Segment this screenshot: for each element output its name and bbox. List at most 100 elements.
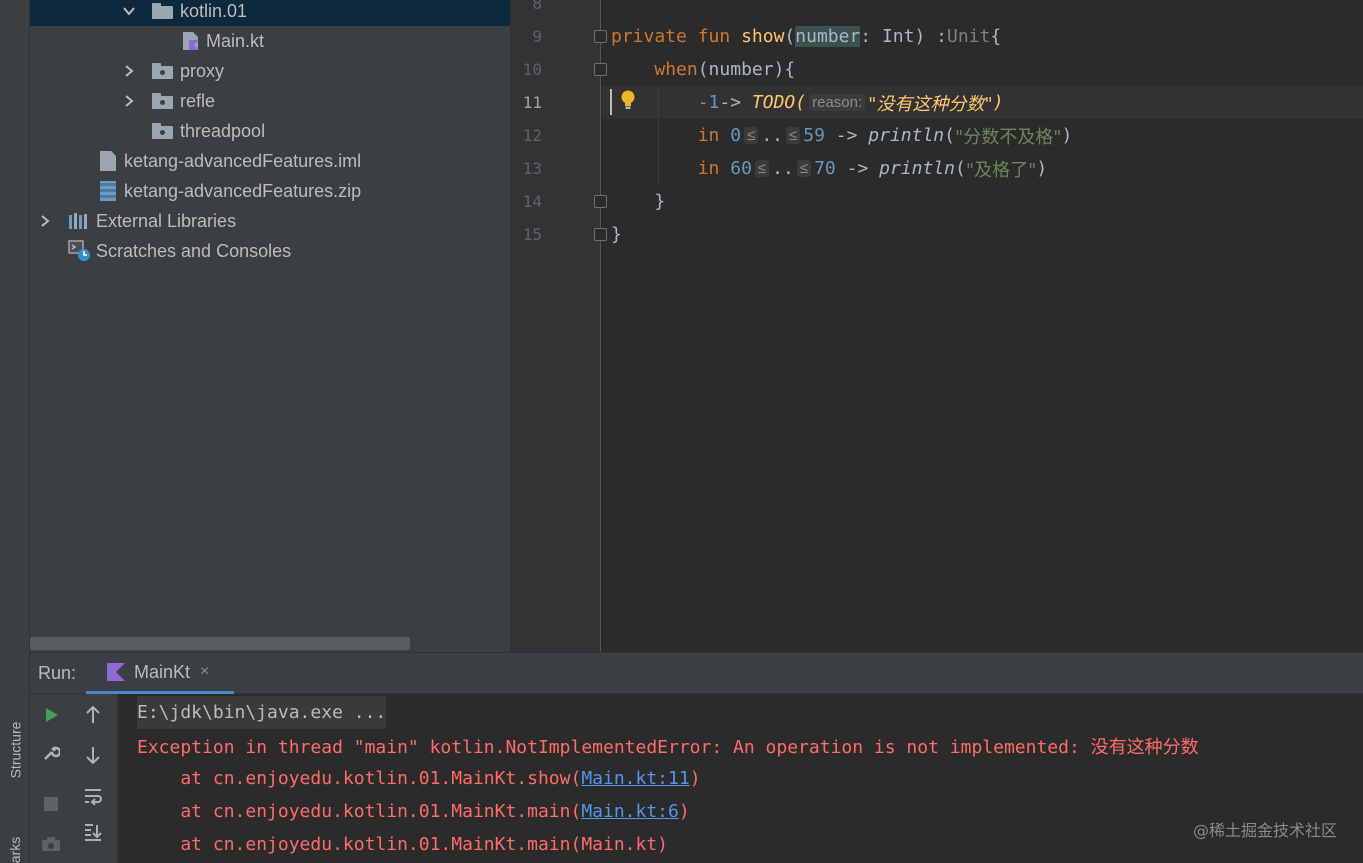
tree-item-label: proxy [180, 60, 225, 81]
camera-icon [42, 837, 60, 851]
tree-item-kotlin01[interactable]: kotlin.01 [30, 0, 510, 26]
code-line-14[interactable]: } [611, 185, 665, 218]
keyword-private: private [611, 26, 687, 47]
chevron-down-icon[interactable] [122, 4, 136, 18]
play-icon [46, 708, 58, 722]
code-line-15[interactable]: } [611, 218, 622, 251]
line-number: 10 [522, 60, 542, 79]
close-icon[interactable]: × [200, 663, 209, 681]
tree-item-external-libraries[interactable]: External Libraries [30, 206, 510, 236]
watermark: @稀土掘金技术社区 [1192, 821, 1337, 840]
tree-item-zip-file[interactable]: ketang-advancedFeatures.zip [30, 176, 510, 206]
trace-text: ) [678, 801, 690, 822]
arrow: -> [824, 125, 869, 146]
fold-end-marker-icon[interactable] [594, 228, 607, 241]
console-command-line[interactable]: E:\jdk\bin\java.exe ... [137, 696, 387, 729]
stop-button[interactable] [38, 791, 64, 817]
structure-tab-label: Structure [7, 721, 23, 779]
project-horizontal-scrollbar[interactable] [30, 637, 410, 650]
code-line-12[interactable]: in 0 ≤.. ≤59 -> println("分数不及格") [611, 119, 1073, 152]
range-hint: ≤ [796, 160, 812, 177]
folder-icon [152, 3, 174, 19]
code-editor[interactable]: 8 9 10 11 12 13 14 15 private fun show(n… [510, 0, 1363, 652]
parameter-hint: reason: [809, 94, 866, 111]
left-tool-strip: Structure arks [0, 0, 30, 863]
stack-trace-line: at cn.enjoyedu.kotlin.01.MainKt.show(Mai… [137, 762, 701, 795]
console-output[interactable]: E:\jdk\bin\java.exe ... Exception in thr… [119, 694, 1363, 863]
run-tab-label: MainKt [134, 661, 191, 682]
tree-item-threadpool[interactable]: threadpool [30, 116, 510, 146]
code-line-11[interactable]: -1 -> TODO(reason: "没有这种分数") [611, 86, 1004, 119]
code-line-13[interactable]: in 60 ≤.. ≤70 -> println("及格了") [611, 152, 1048, 185]
bookmarks-tab-label: arks [7, 836, 24, 863]
keyword-fun: fun [697, 26, 731, 47]
fold-marker-icon[interactable] [594, 63, 607, 76]
tree-item-scratches[interactable]: Scratches and Consoles [30, 236, 510, 266]
line-number: 14 [522, 192, 542, 211]
source-link[interactable]: Main.kt:11 [581, 768, 689, 789]
param-type: : Int) : [860, 26, 947, 47]
line-number: 8 [532, 0, 542, 13]
paren: ) [992, 92, 1004, 113]
tree-item-label: External Libraries [96, 210, 237, 231]
line-gutter: 8 9 10 11 12 13 14 15 [511, 0, 601, 652]
tree-item-label: Scratches and Consoles [96, 240, 292, 261]
tree-item-label: ketang-advancedFeatures.zip [124, 180, 362, 201]
number-literal: -1 [697, 92, 720, 113]
parameter-highlight: number [795, 26, 861, 47]
brace: } [654, 191, 666, 212]
stop-icon [44, 797, 58, 811]
scratches-icon [68, 240, 90, 261]
number-literal: 60 [730, 158, 752, 179]
range-hint: ≤ [744, 127, 759, 144]
tree-item-proxy[interactable]: proxy [30, 56, 510, 86]
bookmarks-tab[interactable]: arks [4, 830, 26, 863]
brace: { [990, 26, 1002, 47]
fold-end-marker-icon[interactable] [594, 195, 607, 208]
package-folder-icon [152, 123, 174, 139]
chevron-right-icon[interactable] [38, 214, 52, 228]
stack-trace-line: at cn.enjoyedu.kotlin.01.MainKt.main(Mai… [137, 795, 690, 828]
run-toolbar [30, 694, 118, 863]
chevron-right-icon[interactable] [122, 94, 136, 108]
tree-item-refle[interactable]: refle [30, 86, 510, 116]
rerun-button[interactable] [38, 702, 64, 728]
trace-text: at cn.enjoyedu.kotlin.01.MainKt.main( [137, 801, 582, 822]
source-link[interactable]: Main.kt:6 [581, 801, 679, 822]
paren: ( [784, 26, 796, 47]
range-operator: .. [761, 125, 783, 146]
package-folder-icon [152, 93, 174, 109]
screenshot-button[interactable] [38, 831, 64, 857]
structure-tab[interactable]: Structure [4, 700, 26, 800]
project-tree: kotlin.01 Main.kt proxy refle threadpool… [30, 0, 510, 652]
string-literal: "分数不及格" [954, 126, 1062, 148]
function-name: show [741, 26, 785, 47]
println-call: println [868, 125, 945, 146]
trace-text: ) [689, 768, 701, 789]
scroll-up-button[interactable] [80, 702, 106, 728]
keyword-in: in [697, 125, 720, 146]
todo-call: TODO( [751, 92, 807, 113]
string-literal: "及格了" [965, 159, 1037, 181]
soft-wrap-icon [85, 789, 102, 805]
arrow-down-icon [86, 747, 100, 765]
tree-item-main-kt[interactable]: Main.kt [30, 26, 510, 56]
settings-button[interactable] [38, 740, 64, 766]
kotlin-file-icon [183, 32, 199, 50]
chevron-right-icon[interactable] [122, 64, 136, 78]
scroll-down-button[interactable] [80, 742, 106, 768]
soft-wrap-button[interactable] [80, 783, 106, 809]
line-number: 9 [532, 27, 542, 46]
fold-marker-icon[interactable] [594, 30, 607, 43]
code-line-9[interactable]: private fun show(number: Int) : Unit{ [611, 20, 1001, 53]
keyword-when: when [654, 59, 698, 80]
scroll-to-end-button[interactable] [80, 819, 106, 845]
run-tab-mainkt[interactable]: MainKt × [86, 653, 234, 694]
paren: ( [954, 158, 966, 179]
paren: ) [1036, 158, 1048, 179]
tree-item-iml-file[interactable]: ketang-advancedFeatures.iml [30, 146, 510, 176]
kotlin-icon [107, 663, 125, 681]
code-line-10[interactable]: when (number){ [611, 53, 795, 86]
number-literal: 0 [730, 125, 742, 146]
arrow: -> [719, 92, 752, 113]
